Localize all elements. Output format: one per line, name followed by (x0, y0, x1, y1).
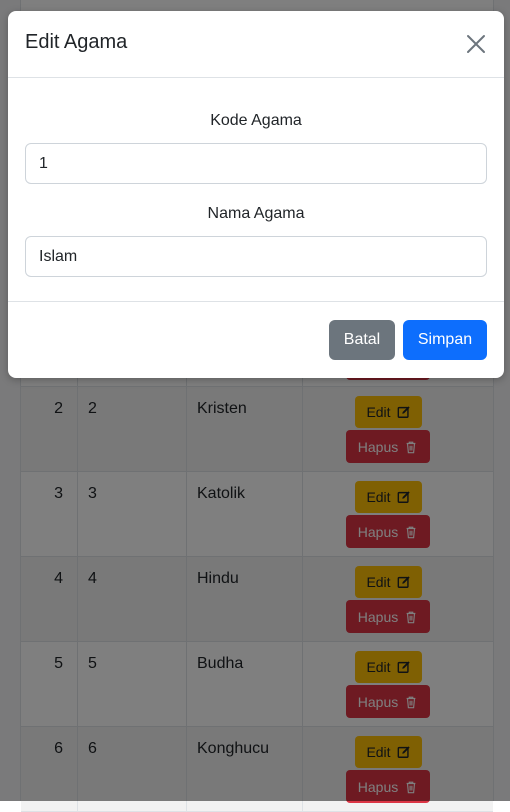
nama-agama-label: Nama Agama (207, 205, 305, 222)
close-icon (465, 35, 487, 58)
save-button[interactable]: Simpan (403, 320, 487, 360)
kode-agama-label: Kode Agama (210, 112, 302, 129)
edit-agama-modal: Edit Agama Kode Agama Nama Agama Batal S… (8, 11, 504, 378)
nama-agama-input[interactable] (25, 236, 487, 277)
modal-title: Edit Agama (25, 31, 128, 53)
modal-body: Kode Agama Nama Agama (8, 78, 504, 301)
close-button[interactable] (465, 33, 487, 55)
modal-footer: Batal Simpan (8, 301, 504, 378)
modal-header: Edit Agama (8, 11, 504, 78)
kode-agama-input[interactable] (25, 143, 487, 184)
cancel-button[interactable]: Batal (329, 320, 395, 360)
